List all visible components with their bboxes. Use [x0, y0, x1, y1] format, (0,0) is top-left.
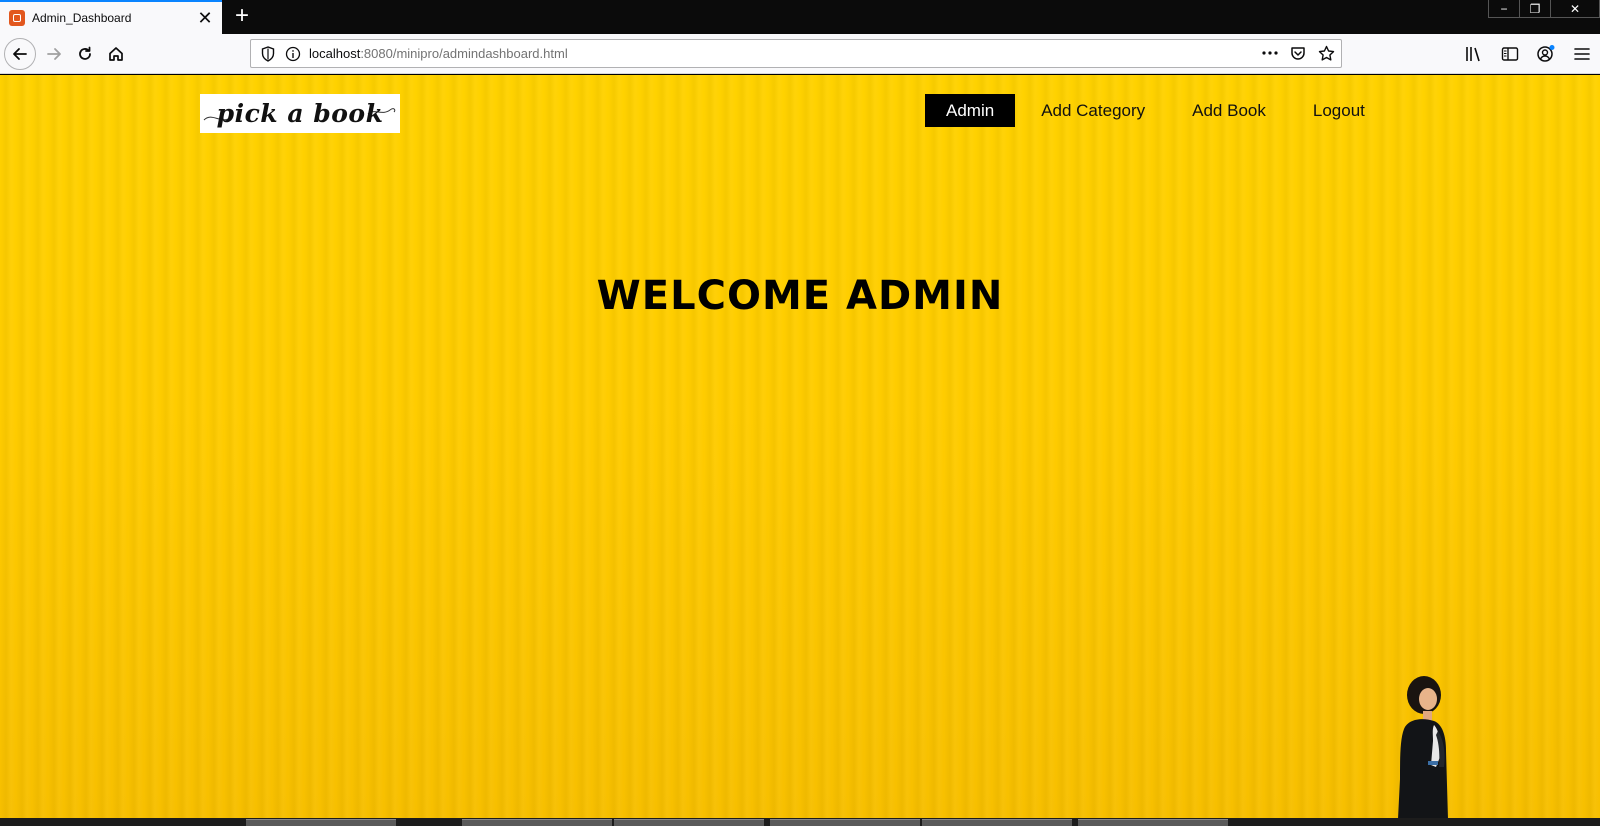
- window-close-button[interactable]: ✕: [1550, 0, 1600, 18]
- url-host: localhost: [309, 46, 361, 61]
- window-controls: − ❐ ✕: [1488, 0, 1600, 18]
- taskbar-item[interactable]: [922, 819, 1072, 826]
- site-logo[interactable]: pick a book: [200, 94, 400, 133]
- url-actions: [1261, 43, 1335, 63]
- nav-item-admin[interactable]: Admin: [925, 94, 1016, 127]
- back-button[interactable]: [4, 38, 36, 70]
- menu-icon[interactable]: [1572, 44, 1592, 64]
- account-icon[interactable]: [1536, 44, 1556, 64]
- main-nav: Admin Add Category Add Book Logout: [925, 94, 1391, 127]
- reload-button[interactable]: [69, 38, 101, 70]
- new-tab-button[interactable]: +: [228, 3, 256, 31]
- nav-item-add-category[interactable]: Add Category: [1020, 94, 1166, 127]
- browser-toolbar: localhost:8080/minipro/admindashboard.ht…: [0, 34, 1600, 74]
- os-taskbar: [0, 818, 1600, 826]
- taskbar-item[interactable]: [462, 819, 612, 826]
- shield-icon[interactable]: [261, 45, 275, 62]
- star-icon[interactable]: [1317, 43, 1335, 63]
- reload-icon: [79, 46, 91, 60]
- minimize-button[interactable]: −: [1488, 0, 1520, 18]
- url-text[interactable]: localhost:8080/minipro/admindashboard.ht…: [309, 46, 568, 61]
- tab-favicon-icon: [9, 10, 25, 26]
- pocket-icon[interactable]: [1289, 43, 1307, 63]
- nav-item-add-book[interactable]: Add Book: [1171, 94, 1287, 127]
- taskbar-item[interactable]: [770, 819, 920, 826]
- restore-button[interactable]: ❐: [1519, 0, 1551, 18]
- tab-title: Admin_Dashboard: [32, 11, 132, 25]
- taskbar-item[interactable]: [614, 819, 764, 826]
- browser-titlebar: Admin_Dashboard ✕ + − ❐ ✕: [0, 0, 1600, 34]
- walking-person-image: [1398, 676, 1448, 818]
- nav-item-logout[interactable]: Logout: [1292, 94, 1386, 127]
- browser-tab[interactable]: Admin_Dashboard ✕: [0, 0, 222, 34]
- admin-dashboard-page: pick a book Admin Add Category Add Book …: [0, 75, 1600, 818]
- more-icon[interactable]: [1261, 43, 1279, 63]
- library-icon[interactable]: [1464, 44, 1484, 64]
- back-arrow-icon: [13, 48, 27, 60]
- logo-text: pick a book: [216, 99, 384, 128]
- url-path: :8080/minipro/admindashboard.html: [360, 46, 568, 61]
- info-icon[interactable]: [285, 46, 301, 62]
- url-bar[interactable]: localhost:8080/minipro/admindashboard.ht…: [250, 39, 1342, 68]
- forward-button[interactable]: [38, 38, 70, 70]
- home-icon: [109, 47, 123, 61]
- browser-right-tools: [1464, 44, 1592, 64]
- taskbar-item[interactable]: [246, 819, 396, 826]
- tab-close-icon[interactable]: ✕: [192, 5, 218, 31]
- forward-arrow-icon: [47, 48, 61, 60]
- home-button[interactable]: [100, 38, 132, 70]
- taskbar-item[interactable]: [1078, 819, 1228, 826]
- welcome-heading: WELCOME ADMIN: [596, 273, 1004, 319]
- sidebar-icon[interactable]: [1500, 44, 1520, 64]
